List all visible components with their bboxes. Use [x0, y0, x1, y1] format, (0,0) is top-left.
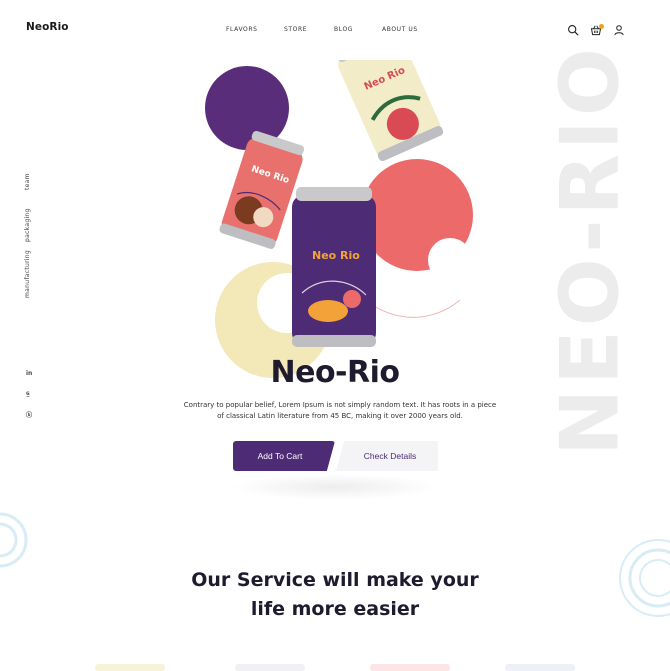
search-icon[interactable] — [567, 24, 579, 36]
hero-illustration: Neo Rio Neo Rio Neo Rio — [205, 60, 473, 378]
purple-can-illustration: Neo Rio — [292, 187, 376, 347]
check-details-button[interactable]: Check Details — [336, 441, 438, 471]
side-link-team[interactable]: team — [24, 173, 31, 190]
left-decorative-rings — [0, 512, 28, 568]
card-preview — [95, 664, 165, 671]
service-heading: Our Service will make your life more eas… — [191, 569, 479, 620]
google-plus-icon[interactable]: ɢ̲ — [26, 390, 30, 397]
side-links: team packaging manufacturing — [24, 170, 36, 310]
side-link-packaging[interactable]: packaging — [24, 208, 31, 242]
behance-icon[interactable]: ⓑ — [26, 410, 32, 419]
user-icon[interactable] — [613, 24, 625, 36]
add-to-cart-button[interactable]: Add To Cart — [233, 441, 335, 471]
nav-flavors[interactable]: FLAVORS — [226, 26, 258, 33]
svg-text:Neo Rio: Neo Rio — [312, 249, 360, 262]
product-title: Neo-Rio — [270, 355, 400, 390]
cream-can-illustration: Neo Rio — [336, 60, 444, 162]
nav-blog[interactable]: BLOG — [334, 26, 353, 33]
nav-about-us[interactable]: ABOUT US — [382, 26, 418, 33]
nav-store[interactable]: STORE — [284, 26, 307, 33]
card-preview — [370, 664, 450, 671]
product-description: Contrary to popular belief, Lorem Ipsum … — [183, 401, 497, 420]
cart-badge — [599, 24, 604, 29]
watermark-text: NEO-RIO — [543, 44, 637, 456]
side-link-manufacturing[interactable]: manufacturing — [24, 250, 31, 298]
button-shadow — [230, 474, 440, 500]
card-preview — [235, 664, 305, 671]
card-preview — [505, 664, 575, 671]
